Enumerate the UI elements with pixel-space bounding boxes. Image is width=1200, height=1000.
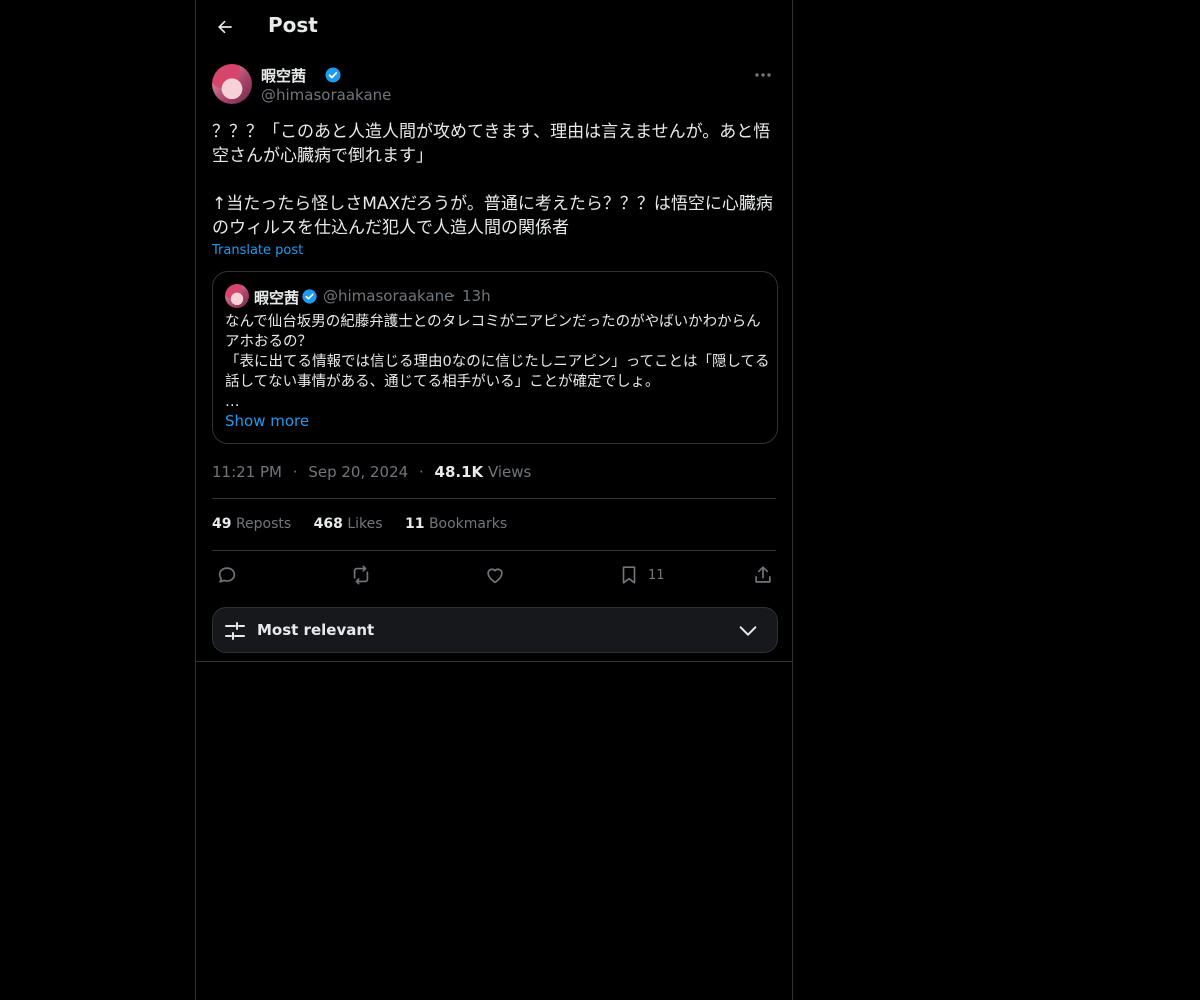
reply-icon — [218, 567, 236, 583]
meta-separator: · — [292, 463, 298, 481]
divider — [212, 550, 776, 551]
translate-post-link[interactable]: Translate post — [212, 243, 303, 258]
author-display-name[interactable]: 暇空茜 — [261, 65, 306, 86]
reposts-stat[interactable]: 49 Reposts — [212, 516, 291, 532]
top-bar: Post — [196, 0, 792, 54]
quote-handle: @himasoraakane — [323, 287, 454, 305]
meta-separator: · — [418, 463, 424, 481]
more-options-button[interactable] — [750, 64, 776, 86]
section-divider — [196, 661, 792, 662]
views-count: 48.1K — [434, 463, 484, 481]
bookmarks-stat[interactable]: 11 Bookmarks — [405, 516, 507, 532]
quote-text: なんで仙台坂男の紀藤弁護士とのタレコミがニアピンだったのがやばいかわからんアホお… — [225, 314, 770, 410]
main-column: Post 暇空茜 @himasoraakane ？？？「このあと人造人間が攻めて… — [195, 0, 793, 1000]
like-button[interactable] — [484, 562, 506, 588]
bookmark-icon — [622, 566, 636, 584]
likes-stat[interactable]: 468 Likes — [314, 516, 383, 532]
bookmarks-count: 11 — [405, 516, 425, 532]
divider — [212, 498, 776, 499]
quote-timestamp: 13h — [462, 287, 491, 305]
show-more-link[interactable]: Show more — [225, 412, 309, 430]
sort-label: Most relevant — [257, 621, 375, 639]
quote-separator: · — [451, 287, 456, 305]
more-horizontal-icon — [755, 73, 771, 77]
heart-icon — [487, 568, 503, 584]
quoted-post[interactable]: 暇空茜 @himasoraakane · 13h なんで仙台坂男の紀藤弁護士との… — [212, 271, 778, 444]
action-bar: 11 — [212, 562, 776, 590]
post-date[interactable]: Sep 20, 2024 — [308, 463, 408, 481]
reposts-count: 49 — [212, 516, 232, 532]
share-button[interactable] — [752, 562, 774, 588]
post-metadata: 11:21 PM · Sep 20, 2024 · 48.1K Views — [212, 463, 531, 481]
bookmarks-label: Bookmarks — [428, 516, 508, 532]
views-label: Views — [487, 463, 532, 481]
post-time[interactable]: 11:21 PM — [212, 463, 282, 481]
verified-badge-icon — [302, 289, 317, 304]
quote-display-name: 暇空茜 — [254, 289, 300, 307]
repost-button[interactable] — [350, 562, 372, 588]
avatar[interactable] — [212, 64, 252, 104]
author-handle[interactable]: @himasoraakane — [261, 86, 391, 104]
quote-avatar — [225, 284, 249, 308]
verified-badge-icon — [325, 67, 341, 83]
back-button[interactable] — [210, 12, 240, 42]
post-stats: 49 Reposts 468 Likes 11 Bookmarks — [212, 516, 525, 532]
bookmark-count: 11 — [648, 567, 665, 583]
chevron-down-icon — [739, 626, 757, 636]
repost-icon — [353, 565, 369, 585]
share-icon — [755, 566, 771, 583]
arrow-left-icon — [218, 20, 232, 34]
reply-sort-dropdown[interactable]: Most relevant — [212, 607, 778, 653]
reposts-label: Reposts — [235, 516, 292, 532]
page-title: Post — [268, 13, 318, 37]
sliders-icon — [225, 622, 245, 640]
post-text: ？？？「このあと人造人間が攻めてきます、理由は言えませんが。あと悟空さんが心臓病… — [212, 122, 773, 238]
post-author: 暇空茜 @himasoraakane — [212, 64, 776, 108]
likes-count: 468 — [313, 516, 343, 532]
bookmark-button[interactable]: 11 — [618, 562, 665, 588]
reply-button[interactable] — [216, 562, 238, 588]
likes-label: Likes — [347, 516, 383, 532]
